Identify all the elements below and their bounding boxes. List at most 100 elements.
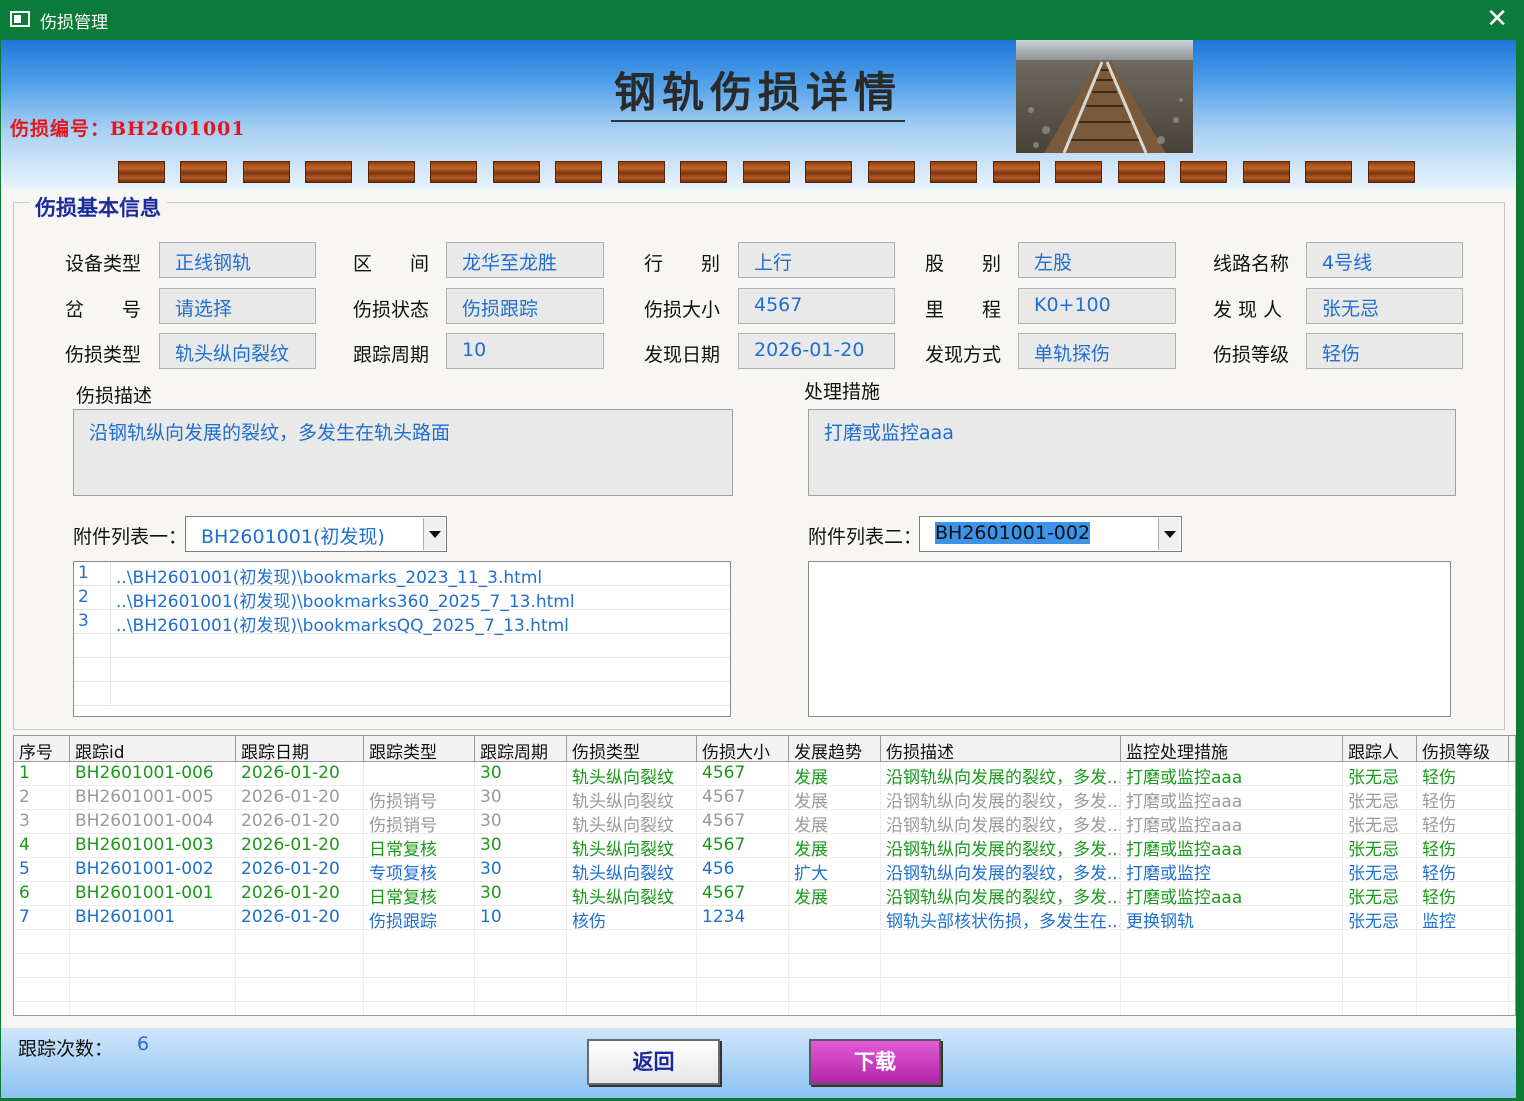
table-cell: 沿钢轨纵向发展的裂纹，多发... xyxy=(881,786,1121,810)
damage-size-field[interactable]: 4567 xyxy=(738,288,895,324)
table-cell xyxy=(1121,978,1343,1002)
table-cell xyxy=(364,762,475,786)
back-button[interactable]: 返回 xyxy=(587,1039,720,1085)
table-cell: 2026-01-20 xyxy=(236,786,364,810)
table-cell: 打磨或监控aaa xyxy=(1121,810,1343,834)
chevron-down-icon[interactable] xyxy=(1158,518,1180,550)
table-cell: 打磨或监控 xyxy=(1121,858,1343,882)
tracking-table[interactable]: 序号 跟踪id 跟踪日期 跟踪类型 跟踪周期 伤损类型 伤损大小 发展趋势 伤损… xyxy=(13,735,1516,1016)
attachment-list2[interactable] xyxy=(808,561,1451,717)
table-cell xyxy=(475,930,567,954)
window-title: 伤损管理 xyxy=(40,13,108,33)
list-item xyxy=(74,634,730,658)
table-cell xyxy=(1417,930,1509,954)
table-row[interactable]: 6 BH2601001-001 2026-01-20 日常复核 30 轨头纵向裂纹 4567… xyxy=(14,882,1515,906)
list-item[interactable]: 1 ..\BH2601001(初发现)\bookmarks_2023_11_3.h… xyxy=(74,562,730,588)
sleeper-decoration xyxy=(118,161,1418,185)
field-label: 股 别 xyxy=(925,253,1002,275)
table-cell xyxy=(881,978,1121,1002)
column-header[interactable]: 跟踪类型 xyxy=(364,736,475,762)
field-label: 伤损大小 xyxy=(644,299,721,321)
column-header[interactable]: 伤损类型 xyxy=(567,736,697,762)
damage-status-field[interactable]: 伤损跟踪 xyxy=(446,288,604,324)
column-header[interactable]: 伤损大小 xyxy=(697,736,789,762)
table-row xyxy=(14,1002,1515,1015)
table-cell: 4567 xyxy=(697,882,789,906)
table-cell xyxy=(364,1002,475,1015)
tracking-period-field[interactable]: 10 xyxy=(446,333,604,369)
table-cell xyxy=(789,978,881,1002)
table-row[interactable]: 5 BH2601001-002 2026-01-20 专项复核 30 轨头纵向裂纹 456 扩… xyxy=(14,858,1515,882)
table-row[interactable]: 3 BH2601001-004 2026-01-20 伤损销号 30 轨头纵向裂纹 4567… xyxy=(14,810,1515,834)
column-header[interactable]: 跟踪日期 xyxy=(236,736,364,762)
table-cell: 打磨或监控aaa xyxy=(1121,786,1343,810)
table-cell: 沿钢轨纵向发展的裂纹，多发... xyxy=(881,834,1121,858)
damage-type-field[interactable]: 轨头纵向裂纹 xyxy=(159,333,316,369)
table-cell xyxy=(1121,1002,1343,1015)
discovery-date-field[interactable]: 2026-01-20 xyxy=(738,333,895,369)
table-cell: 伤损销号 xyxy=(364,810,475,834)
table-cell: 张无忌 xyxy=(1343,906,1417,930)
column-header[interactable]: 序号 xyxy=(14,736,70,762)
table-row[interactable]: 2 BH2601001-005 2026-01-20 伤损销号 30 轨头纵向裂纹 4567… xyxy=(14,786,1515,810)
description-label: 伤损描述 xyxy=(76,385,153,407)
rail-side-field[interactable]: 左股 xyxy=(1018,242,1176,278)
direction-field[interactable]: 上行 xyxy=(738,242,895,278)
column-header[interactable]: 跟踪人 xyxy=(1343,736,1417,762)
download-button[interactable]: 下载 xyxy=(809,1039,941,1085)
column-header[interactable]: 发展趋势 xyxy=(789,736,881,762)
list-item[interactable]: 3 ..\BH2601001(初发现)\bookmarksQQ_2025_7_13… xyxy=(74,610,730,636)
table-cell: 发展 xyxy=(789,810,881,834)
field-label: 伤损类型 xyxy=(65,344,142,366)
turnout-number-field[interactable]: 请选择 xyxy=(159,288,316,324)
measures-label: 处理措施 xyxy=(804,381,881,403)
chevron-down-icon[interactable] xyxy=(423,518,445,550)
discoverer-field[interactable]: 张无忌 xyxy=(1306,288,1463,324)
table-cell xyxy=(789,1002,881,1015)
table-cell: 30 xyxy=(475,882,567,906)
title-bar: 伤损管理 ✕ xyxy=(0,0,1524,40)
measures-textarea[interactable]: 打磨或监控aaa xyxy=(808,409,1456,496)
list-item[interactable]: 2 ..\BH2601001(初发现)\bookmarks360_2025_7_1… xyxy=(74,586,730,612)
discovery-method-field[interactable]: 单轨探伤 xyxy=(1018,333,1176,369)
damage-level-field[interactable]: 轻伤 xyxy=(1306,333,1463,369)
attachment-list1-dropdown[interactable]: BH2601001(初发现) xyxy=(185,516,447,552)
table-row[interactable]: 7 BH2601001 2026-01-20 伤损跟踪 10 核伤 1234 钢轨头部核状伤损… xyxy=(14,906,1515,930)
sleeper-icon xyxy=(868,161,915,183)
field-label: 发现日期 xyxy=(644,344,721,366)
column-header[interactable]: 跟踪周期 xyxy=(475,736,567,762)
table-row[interactable]: 1 BH2601001-006 2026-01-20 30 轨头纵向裂纹 4567 发展 沿钢… xyxy=(14,762,1515,786)
table-cell xyxy=(1417,954,1509,978)
table-cell xyxy=(567,978,697,1002)
table-cell: 沿钢轨纵向发展的裂纹，多发... xyxy=(881,882,1121,906)
table-cell: 沿钢轨纵向发展的裂纹，多发... xyxy=(881,762,1121,786)
table-row xyxy=(14,954,1515,978)
table-cell xyxy=(236,1002,364,1015)
close-icon[interactable]: ✕ xyxy=(1486,4,1508,34)
column-header[interactable]: 伤损等级 xyxy=(1417,736,1509,762)
table-cell: BH2601001-006 xyxy=(70,762,236,786)
table-cell xyxy=(236,930,364,954)
field-label: 行 别 xyxy=(644,253,721,275)
sleeper-icon xyxy=(993,161,1040,183)
device-type-field[interactable]: 正线钢轨 xyxy=(159,242,316,278)
table-cell: 30 xyxy=(475,834,567,858)
attachment-list2-dropdown[interactable]: BH2601001-002 xyxy=(919,516,1182,552)
table-cell: 轻伤 xyxy=(1417,834,1509,858)
table-cell xyxy=(881,954,1121,978)
line-name-field[interactable]: 4号线 xyxy=(1306,242,1463,278)
column-header[interactable]: 伤损描述 xyxy=(881,736,1121,762)
table-row[interactable]: 4 BH2601001-003 2026-01-20 日常复核 30 轨头纵向裂纹 4567… xyxy=(14,834,1515,858)
description-textarea[interactable]: 沿钢轨纵向发展的裂纹，多发生在轨头路面 xyxy=(73,409,733,496)
railway-track-image xyxy=(1016,40,1193,153)
column-header[interactable]: 监控处理措施 xyxy=(1121,736,1343,762)
table-cell xyxy=(14,954,70,978)
mileage-field[interactable]: K0+100 xyxy=(1018,288,1176,324)
column-header[interactable]: 跟踪id xyxy=(70,736,236,762)
table-cell: 发展 xyxy=(789,834,881,858)
table-cell xyxy=(881,930,1121,954)
attachment-list1[interactable]: 1 ..\BH2601001(初发现)\bookmarks_2023_11_3.h… xyxy=(73,561,731,717)
table-cell: BH2601001 xyxy=(70,906,236,930)
table-cell: 30 xyxy=(475,810,567,834)
section-field[interactable]: 龙华至龙胜 xyxy=(446,242,604,278)
